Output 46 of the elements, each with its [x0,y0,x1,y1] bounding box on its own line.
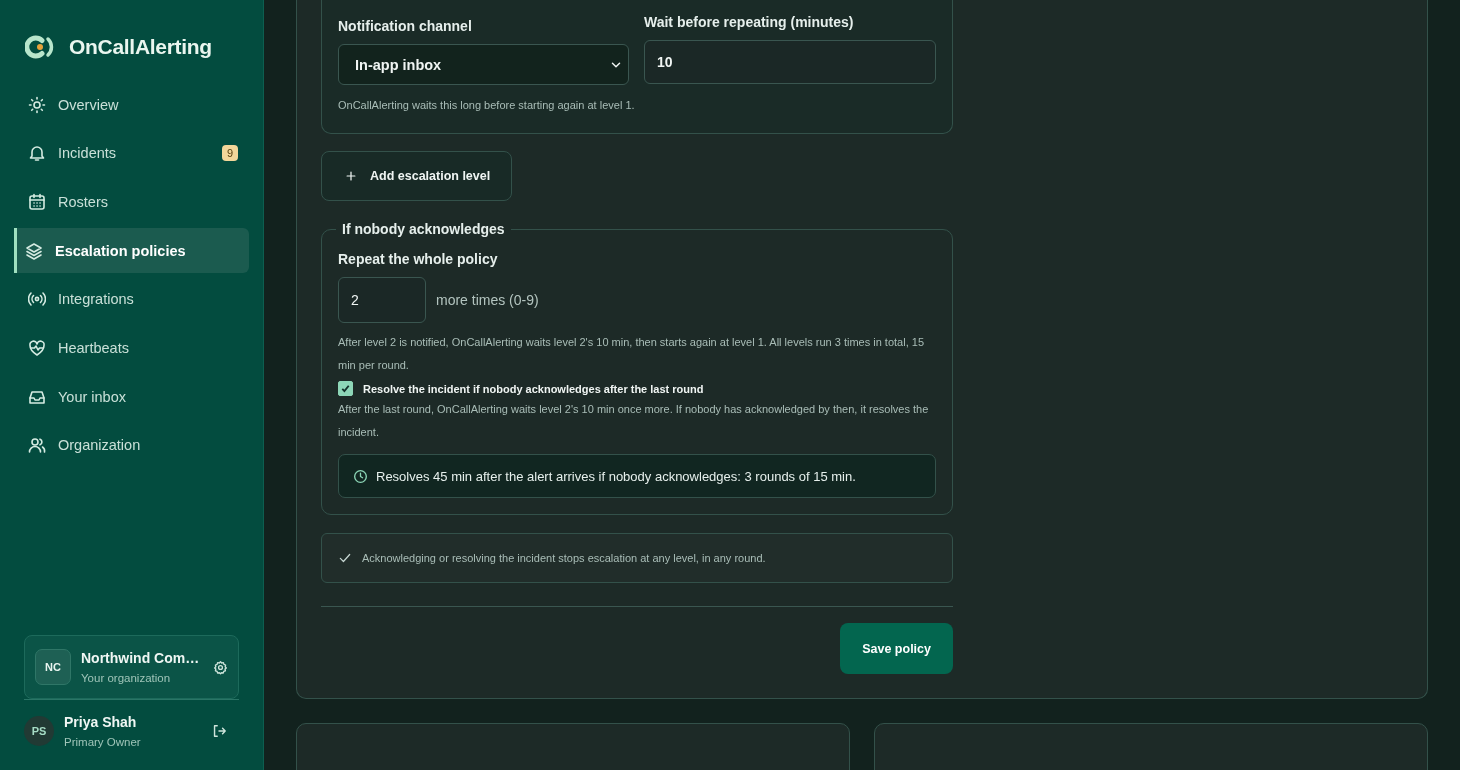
logout-icon[interactable] [211,723,227,739]
organization-name: Northwind Com… [81,650,201,666]
sun-icon [28,95,46,114]
nav-item[interactable]: Organization [14,422,249,468]
organization-subtitle: Your organization [81,672,172,684]
layers-icon [25,241,43,260]
hint-text: OnCallAlerting waits this long before starting again at level 1. [338,98,636,113]
nav-item[interactable]: Incidents 9 [14,130,249,176]
field-label: Repeat the whole policy [338,251,499,267]
app-name: OnCallAlerting [69,35,212,59]
checkbox-label: Resolve the incident if nobody acknowledges after the last round [363,382,704,395]
plus-icon [344,169,358,183]
summary-text: Resolves 45 min after the alert arrives if nobody acknowledges: 3 rounds of 15 min. [376,468,856,484]
nav-item[interactable]: Escalation policies [14,228,249,274]
organization-avatar: NC [35,649,71,685]
bell-icon [28,144,46,163]
checkbox[interactable] [338,381,353,396]
section-title: If nobody acknowledges [341,221,506,237]
save-button[interactable]: Save policy [840,623,953,674]
clock-icon [353,468,368,484]
field-label: Wait before repeating (minutes) [644,14,855,30]
nav-item[interactable]: Overview [14,82,249,127]
field-label: Notification channel [338,18,473,34]
check-icon [340,383,351,394]
add-level-button[interactable]: Add escalation level [321,151,513,201]
check-icon [338,551,352,565]
user-role: Primary Owner [64,736,142,748]
user-name: Priya Shah [64,714,138,730]
nav-item[interactable]: Integrations [14,276,249,322]
nav-item[interactable]: Rosters [14,179,249,225]
count-badge: 9 [221,145,238,162]
hint-text: After level 2 is notified, OnCallAlerting waits level 2's 10 min, then starts again at level 1. All levels run 3 times in total, 15 min per round. [338,335,925,373]
calendar-icon [28,192,46,211]
input-field[interactable]: 2 [338,277,426,323]
nav-item[interactable]: Heartbeats [14,325,249,371]
hint-text: After the last round, OnCallAlerting waits level 2's 10 min once more. If nobody has acknowledged by then, it resolves the incident. [338,402,930,440]
input-suffix: more times (0-9) [436,292,539,308]
settings-icon [213,659,228,675]
user-avatar: PS [24,716,54,746]
note-text: Acknowledging or resolving the incident stops escalation at any level, in any round. [362,552,766,564]
channel-dropdown[interactable]: In-app inbox [338,44,629,85]
nav-item[interactable]: Your inbox [14,374,249,420]
signal-icon [28,290,46,309]
heart-icon [28,338,46,357]
input-field[interactable]: 10 [644,40,936,84]
users-icon [28,436,46,455]
